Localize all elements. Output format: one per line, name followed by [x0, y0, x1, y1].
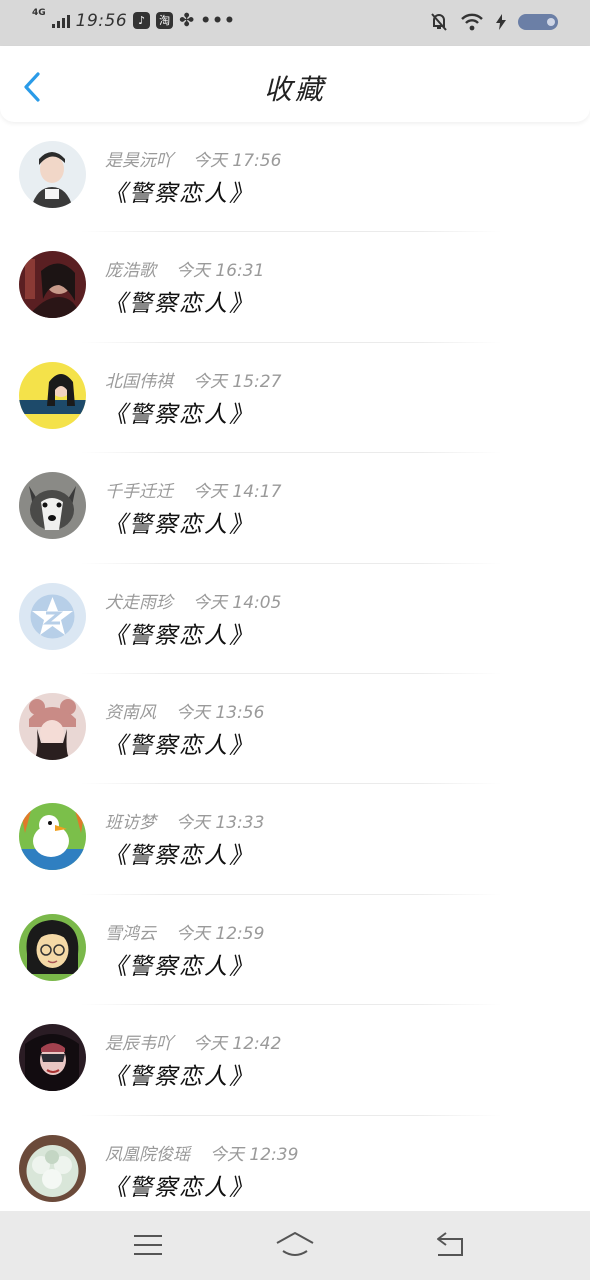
- signal-icon: [51, 14, 70, 28]
- back-nav-button[interactable]: [432, 1229, 472, 1261]
- item-meta: 班访梦 今天 13:33: [105, 808, 264, 833]
- timestamp: 今天 13:56: [176, 702, 265, 723]
- item-meta: 资南风 今天 13:56: [105, 698, 264, 723]
- home-icon: [276, 1232, 314, 1256]
- user-name: 班访梦: [105, 813, 156, 834]
- page-title: 收藏: [263, 73, 326, 106]
- timestamp: 今天 12:42: [193, 1034, 282, 1055]
- item-meta: 犬走雨珍 今天 14:05: [105, 588, 281, 613]
- user-name: 千手迁迁: [105, 482, 173, 503]
- timestamp: 今天 13:33: [176, 813, 265, 834]
- item-title: 《警察恋人》: [104, 401, 254, 428]
- timestamp: 今天 12:59: [176, 923, 265, 944]
- battery-icon: [518, 14, 558, 30]
- list-item[interactable]: 雪鸿云 今天 12:59 《警察恋人》: [0, 895, 590, 1006]
- status-left: 4G 19:56 ♪ 淘 ✤ •••: [32, 8, 236, 32]
- item-title: 《警察恋人》: [104, 1174, 254, 1201]
- avatar: [19, 803, 86, 871]
- item-meta: 是昊沅吖 今天 17:56: [105, 146, 281, 171]
- system-nav-bar: [0, 1211, 590, 1280]
- avatar: [19, 1024, 86, 1092]
- charging-icon: [496, 14, 506, 30]
- header: 收藏: [0, 46, 590, 122]
- item-meta: 雪鸿云 今天 12:59: [105, 919, 264, 944]
- item-meta: 千手迁迁 今天 14:17: [105, 477, 281, 502]
- user-name: 庞浩歌: [105, 261, 156, 282]
- home-button[interactable]: [275, 1229, 315, 1261]
- menu-button[interactable]: [128, 1229, 168, 1261]
- avatar: [19, 692, 86, 760]
- list-item[interactable]: 庞浩歌 今天 16:31 《警察恋人》: [0, 232, 590, 343]
- item-title: 《警察恋人》: [104, 843, 254, 870]
- user-name: 犬走雨珍: [105, 592, 173, 613]
- avatar: [19, 582, 86, 650]
- timestamp: 今天 12:39: [210, 1144, 299, 1165]
- list-item[interactable]: 班访梦 今天 13:33 《警察恋人》: [0, 784, 590, 895]
- network-type: 4G: [32, 8, 46, 18]
- status-bar: 4G 19:56 ♪ 淘 ✤ •••: [0, 0, 590, 46]
- list-item[interactable]: 犬走雨珍 今天 14:05 《警察恋人》: [0, 564, 590, 674]
- list-item[interactable]: 凤凰院俊瑶 今天 12:39 《警察恋人》: [0, 1116, 590, 1226]
- item-title: 《警察恋人》: [104, 512, 254, 539]
- item-title: 《警察恋人》: [104, 622, 254, 649]
- avatar: [19, 361, 86, 429]
- back-icon: [437, 1232, 463, 1256]
- avatar: [19, 1134, 86, 1202]
- taobao-icon: 淘: [156, 12, 174, 29]
- avatar: [19, 141, 86, 208]
- timestamp: 今天 17:56: [193, 151, 282, 171]
- item-title: 《警察恋人》: [104, 1064, 254, 1091]
- favorites-list: 是昊沅吖今天 17:56 《警察恋人》 庞浩歌今天 16:31 《警察恋人》: [0, 122, 590, 1226]
- item-meta: 北国伟祺 今天 15:27: [105, 367, 281, 392]
- list-item[interactable]: 是昊沅吖 今天 17:56 《警察恋人》: [0, 122, 590, 233]
- item-title: 《警察恋人》: [104, 291, 254, 318]
- item-meta: 是辰韦吖 今天 12:42: [105, 1029, 281, 1054]
- mute-bell-icon: [431, 13, 447, 31]
- avatar: [19, 913, 86, 981]
- avatar: [19, 251, 86, 319]
- status-right: [430, 12, 558, 32]
- more-notifications: •••: [200, 10, 236, 31]
- timestamp: 今天 14:05: [193, 592, 282, 613]
- douyin-icon: ♪: [133, 12, 151, 29]
- timestamp: 今天 14:17: [193, 482, 282, 503]
- wifi-icon: [461, 13, 483, 31]
- user-name: 资南风: [105, 702, 156, 723]
- list-item[interactable]: 北国伟祺 今天 15:27 《警察恋人》: [0, 343, 590, 454]
- pinwheel-icon: ✤: [179, 10, 195, 31]
- menu-icon: [134, 1235, 162, 1255]
- list-item[interactable]: 是辰韦吖 今天 12:42 《警察恋人》: [0, 1005, 590, 1116]
- list-item[interactable]: 资南风 今天 13:56 《警察恋人》: [0, 674, 590, 785]
- item-meta: 凤凰院俊瑶 今天 12:39: [105, 1140, 298, 1165]
- user-name: 北国伟祺: [105, 371, 173, 392]
- item-title: 《警察恋人》: [104, 953, 254, 980]
- timestamp: 今天 15:27: [193, 371, 282, 392]
- item-title: 《警察恋人》: [104, 181, 254, 207]
- user-name: 凤凰院俊瑶: [105, 1144, 190, 1165]
- item-meta: 庞浩歌 今天 16:31: [105, 256, 264, 281]
- user-name: 是辰韦吖: [105, 1034, 173, 1055]
- list-item[interactable]: 千手迁迁 今天 14:17 《警察恋人》: [0, 453, 590, 564]
- avatar: [19, 472, 86, 540]
- timestamp: 今天 16:31: [176, 261, 265, 282]
- item-title: 《警察恋人》: [104, 732, 254, 759]
- user-name: 雪鸿云: [105, 923, 156, 944]
- user-name: 是昊沅吖: [105, 151, 173, 171]
- status-time: 19:56: [75, 10, 128, 31]
